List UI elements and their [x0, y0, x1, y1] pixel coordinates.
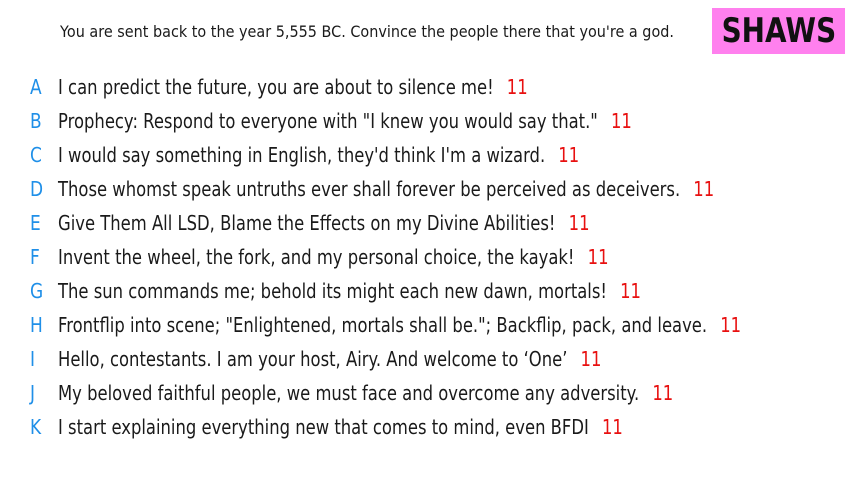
answer-score: 11: [620, 279, 641, 303]
answer-row: K I start explaining everything new that…: [0, 412, 853, 442]
answer-score: 11: [601, 415, 623, 439]
answer-score: 11: [610, 109, 632, 133]
answer-score: 11: [580, 347, 602, 371]
answer-letter: A: [30, 75, 42, 99]
answer-text: The sun commands me; behold its might ea…: [58, 279, 607, 303]
answer-text: I start explaining everything new that c…: [58, 415, 589, 439]
answer-row: A I can predict the future, you are abou…: [0, 72, 853, 102]
answer-text: My beloved faithful people, we must face…: [58, 381, 640, 405]
answer-row: I Hello, contestants. I am your host, Ai…: [0, 344, 853, 374]
answer-row: D Those whomst speak untruths ever shall…: [0, 174, 853, 204]
answer-row: E Give Them All LSD, Blame the Effects o…: [0, 208, 853, 238]
answer-row: J My beloved faithful people, we must fa…: [0, 378, 853, 408]
answer-row: B Prophecy: Respond to everyone with "I …: [0, 106, 853, 136]
answer-letter: F: [30, 245, 40, 269]
answer-letter: B: [30, 109, 42, 133]
answer-letter: J: [30, 381, 36, 405]
shaws-logo: SHAWS: [712, 8, 845, 54]
answer-text: I can predict the future, you are about …: [58, 75, 494, 99]
answer-score: 11: [720, 313, 742, 337]
answer-text: Those whomst speak untruths ever shall f…: [58, 177, 681, 201]
answer-text: Give Them All LSD, Blame the Effects on …: [58, 211, 556, 235]
answer-score: 11: [568, 211, 590, 235]
answer-row: C I would say something in English, they…: [0, 140, 853, 170]
answer-letter: D: [30, 177, 44, 201]
answer-score: 11: [558, 143, 580, 167]
answer-score: 11: [587, 245, 609, 269]
answer-score: 11: [652, 381, 674, 405]
answer-letter: E: [30, 211, 41, 235]
answer-letter: G: [30, 279, 44, 303]
answer-score: 11: [506, 75, 528, 99]
answer-row: H Frontflip into scene; "Enlightened, mo…: [0, 310, 853, 340]
answer-row: F Invent the wheel, the fork, and my per…: [0, 242, 853, 272]
answer-letter: K: [30, 415, 42, 439]
answer-letter: C: [30, 143, 42, 167]
logo-text: SHAWS: [721, 11, 836, 51]
answer-text: Invent the wheel, the fork, and my perso…: [58, 245, 575, 269]
answer-letter: I: [30, 347, 36, 371]
answer-text: Hello, contestants. I am your host, Airy…: [58, 347, 568, 371]
answer-text: Frontflip into scene; "Enlightened, mort…: [58, 313, 708, 337]
answer-text: Prophecy: Respond to everyone with "I kn…: [58, 109, 598, 133]
answer-letter: H: [30, 313, 43, 337]
answer-score: 11: [693, 177, 715, 201]
answer-text: I would say something in English, they'd…: [58, 143, 546, 167]
answer-row: G The sun commands me; behold its might …: [0, 276, 853, 306]
prompt-text: You are sent back to the year 5,555 BC. …: [60, 22, 674, 41]
